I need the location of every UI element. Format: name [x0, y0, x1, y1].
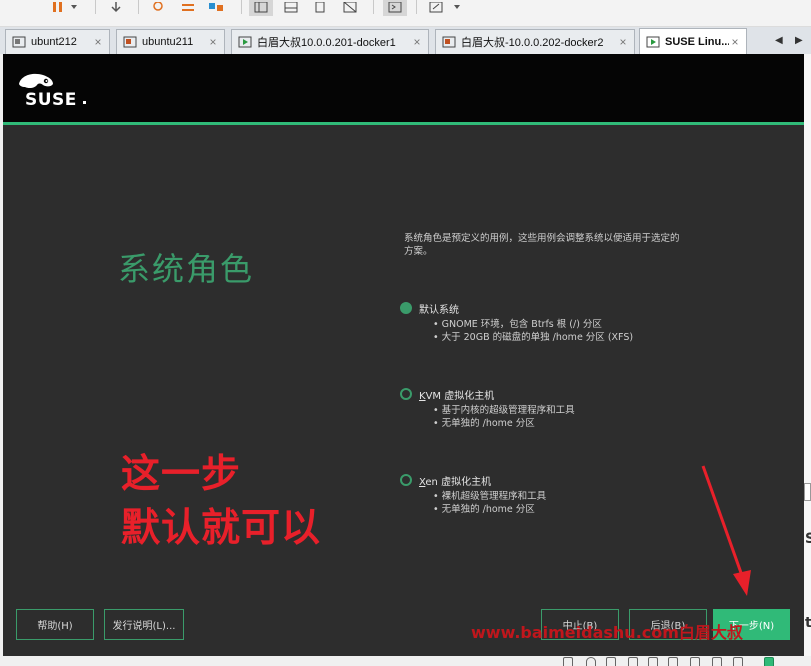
page-title: 系统角色: [118, 250, 255, 288]
role-bullet: • 裸机超级管理程序和工具: [433, 491, 547, 502]
tab-label: ubuntu211: [142, 36, 194, 48]
vm-icon: [123, 36, 137, 48]
tab-ubuntu211[interactable]: ubuntu211 ×: [116, 29, 225, 54]
vm-status-bar: [0, 656, 811, 666]
pause-icon: [53, 2, 77, 12]
role-bullet: • 无单独的 /home 分区: [433, 418, 535, 429]
tab-label: 白眉大叔-10.0.0.202-docker2: [461, 37, 604, 49]
role-bullets: • GNOME 环境，包含 Btrfs 根 (/) 分区 • 大于 20GB 的…: [433, 318, 633, 344]
toolbar-separator: [373, 0, 374, 14]
revert-snapshot-button[interactable]: [178, 0, 198, 16]
chameleon-icon: SUSE: [19, 73, 86, 110]
help-button[interactable]: 帮助(H): [16, 609, 94, 640]
console-view-button[interactable]: [383, 0, 407, 16]
release-notes-button[interactable]: 发行说明(L)...: [104, 609, 184, 640]
role-bullet: • 基于内核的超级管理程序和工具: [433, 405, 575, 416]
tab-label: 白眉大叔10.0.0.201-docker1: [257, 37, 396, 49]
tab-ubunt212[interactable]: ubunt212 ×: [5, 29, 110, 54]
stretch-icon: [429, 2, 460, 13]
tab-docker1[interactable]: 白眉大叔10.0.0.201-docker1 ×: [231, 29, 429, 54]
tab-scroll-left-icon[interactable]: ◀: [775, 35, 783, 46]
vm-running-icon: [646, 36, 660, 47]
role-bullet: • 大于 20GB 的磁盘的单独 /home 分区 (XFS): [433, 332, 634, 343]
vm-running-icon: [238, 36, 252, 48]
annotation-line: 这一步: [121, 452, 242, 497]
thumbnail-view-button[interactable]: [280, 0, 302, 16]
snapshot-icon: [153, 2, 163, 11]
toolbar-separator: [95, 0, 96, 14]
toolbar-separator: [416, 0, 417, 14]
tab-scroll-right-icon[interactable]: ▶: [795, 35, 803, 46]
cd-drive-icon[interactable]: [586, 657, 596, 666]
role-description: 系统角色是预定义的用例，这些用例会调整系统以便适用于选定的方案。: [404, 233, 680, 257]
close-icon[interactable]: ×: [92, 35, 104, 49]
vm-icon: [12, 36, 26, 48]
tab-suse-linux[interactable]: SUSE Linu... ×: [639, 28, 747, 54]
annotation-arrow-icon: [701, 465, 751, 596]
hard-disk-icon[interactable]: [563, 657, 573, 666]
tab-label: SUSE Linu...: [665, 35, 729, 48]
sound-icon[interactable]: [648, 657, 658, 666]
tab-label: ubunt212: [31, 36, 77, 48]
sidebar-layout-icon: [254, 2, 268, 13]
watermark: www.baimeidashu.com白眉大叔: [471, 623, 743, 642]
printer-icon[interactable]: [690, 657, 700, 666]
vm-indicator-icon[interactable]: [764, 657, 774, 666]
thumbnail-layout-icon: [284, 2, 298, 13]
adjacent-window-fragment: S: [805, 531, 811, 547]
close-icon[interactable]: ×: [729, 35, 741, 49]
close-icon[interactable]: ×: [207, 35, 219, 49]
role-name: KVM 虚拟化主机: [419, 391, 495, 402]
annotation-text: 这一步 默认就可以: [121, 448, 321, 556]
adjacent-window-edge: [804, 54, 811, 656]
close-icon[interactable]: ×: [411, 35, 423, 49]
snapshot-manager-button[interactable]: [206, 0, 226, 16]
unity-button[interactable]: [339, 0, 361, 16]
radio-unselected-icon[interactable]: [400, 474, 412, 486]
vm-tab-bar: ubunt212 × ubuntu211 × 白眉大叔10.0.0.201-do…: [0, 27, 811, 54]
radio-unselected-icon[interactable]: [400, 388, 412, 400]
vmware-toolbar: [0, 0, 811, 27]
vm-screen[interactable]: SUSE 系统角色 系统角色是预定义的用例，这些用例会调整系统以便适用于选定的方…: [3, 54, 804, 656]
stretch-guest-button[interactable]: [426, 0, 466, 16]
suse-logo: SUSE: [15, 70, 95, 114]
network-icon[interactable]: [628, 657, 638, 666]
floppy-icon[interactable]: [606, 657, 616, 666]
role-bullets: • 裸机超级管理程序和工具 • 无单独的 /home 分区: [433, 490, 546, 516]
unity-icon: [343, 2, 357, 13]
role-bullet: • 无单独的 /home 分区: [433, 504, 535, 515]
message-icon[interactable]: [733, 657, 743, 666]
toolbar-separator: [241, 0, 242, 14]
close-icon[interactable]: ×: [617, 35, 629, 49]
annotation-line: 默认就可以: [121, 506, 322, 551]
snapshot-button[interactable]: [148, 0, 168, 16]
role-bullets: • 基于内核的超级管理程序和工具 • 无单独的 /home 分区: [433, 404, 575, 430]
adjacent-window-fragment: [804, 483, 811, 501]
pause-button[interactable]: [48, 0, 84, 16]
toolbar-separator: [138, 0, 139, 14]
library-view-button[interactable]: [249, 0, 273, 16]
installer-header: SUSE: [3, 54, 804, 122]
usb-icon[interactable]: [668, 657, 678, 666]
revert-icon: [182, 4, 194, 11]
fullscreen-button[interactable]: [309, 0, 331, 16]
terminal-icon: [388, 2, 402, 13]
brand-wordmark: SUSE: [25, 90, 77, 110]
role-bullet: • GNOME 环境，包含 Btrfs 根 (/) 分区: [433, 319, 602, 330]
vm-icon: [442, 36, 456, 48]
fullscreen-icon: [315, 2, 325, 13]
adjacent-window-fragment: t: [805, 615, 811, 631]
keyboard-icon: [111, 2, 121, 13]
display-icon[interactable]: [712, 657, 722, 666]
role-name: 默认系统: [419, 305, 459, 316]
send-keys-button[interactable]: [106, 0, 126, 16]
role-name: Xen 虚拟化主机: [419, 477, 492, 488]
tab-docker2[interactable]: 白眉大叔-10.0.0.202-docker2 ×: [435, 29, 635, 54]
snapshot-manager-icon: [209, 3, 223, 11]
header-accent-bar: [3, 122, 804, 125]
radio-selected-icon[interactable]: [400, 302, 412, 314]
